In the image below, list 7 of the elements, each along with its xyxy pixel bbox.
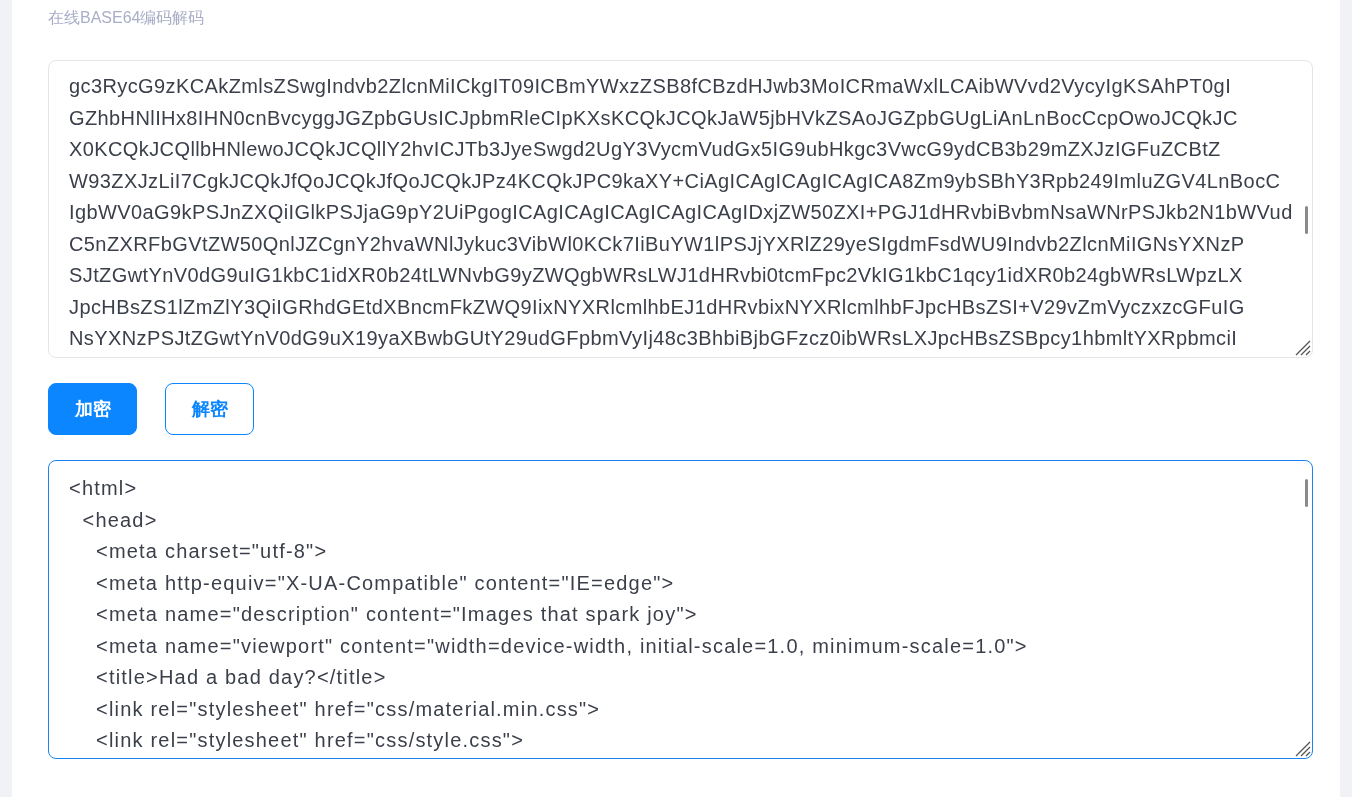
decoded-text-field[interactable]: <html> <head> <meta charset="utf-8"> <meta http-equiv="X-UA-Compatible" content="IE=edge"> <meta name="description" content="Images that spark joy"> <meta name="viewport" content="width=device-width, initial-scale=1.0, minimum-scale=1.0"> <title>Had a bad day?</title> <link rel="stylesheet" href="css/material.min.css"> <link rel="stylesheet" href="css/style.css"> [48,460,1313,759]
page-title: 在线BASE64编码解码 [48,8,205,28]
decrypt-button[interactable]: 解密 [165,383,254,435]
encrypt-button[interactable]: 加密 [48,383,137,435]
scrollbar-thumb[interactable] [1305,206,1308,234]
scrollbar-thumb[interactable] [1305,479,1308,507]
encoded-text-field[interactable]: gc3RycG9zKCAkZmlsZSwgIndvb2ZlcnMiICkgIT09ICBmYWxzZSB8fCBzdHJwb3MoICRmaWxlLCAibWVvd2VycyIgKSAhPT0gI GZhbHNlIHx8IHN0cnBvcyggJGZpbGUsICJpbmRleCIpKXsKCQkJCQkJaW5jbHVkZSAoJGZpbGUgLiAnLnBocCcpOwoJCQkJC X0KCQkJCQllbHNlewoJCQkJCQllY2hvICJTb3JyeSwgd2UgY3VycmVudGx5IG9ubHkgc3VwcG9ydCB3b29mZXJzIGFuZCBtZ W93ZXJzLiI7CgkJCQkJfQoJCQkJfQoJCQkJPz4KCQkJPC9kaXY+CiAgICAgICAgICAgICA8Zm9ybSBhY3Rpb249ImluZGV4LnBocC IgbWV0aG9kPSJnZXQiIGlkPSJjaG9pY2UiPgogICAgICAgICAgICAgICAgIDxjZW50ZXI+PGJ1dHRvbiBvbmNsaWNrPSJkb2N1bWVud C5nZXRFbGVtZW50QnlJZCgnY2hvaWNlJykuc3VibWl0KCk7IiBuYW1lPSJjYXRlZ29yeSIgdmFsdWU9Indvb2ZlcnMiIGNsYXNzP SJtZGwtYnV0dG9uIG1kbC1idXR0b24tLWNvbG9yZWQgbWRsLWJ1dHRvbi0tcmFpc2VkIG1kbC1qcy1idXR0b24gbWRsLWpzLX JpcHBsZS1lZmZlY3QiIGRhdGEtdXBncmFkZWQ9IixNYXRlcmlhbEJ1dHRvbixNYXRlcmlhbFJpcHBsZSI+V29vZmVyczxzcGFuIG NsYXNzPSJtZGwtYnV0dG9uX19yaXBwbGUtY29udGFpbmVyIj48c3BhbiBjbGFzcz0ibWRsLXJpcHBsZSBpcy1hbmltYXRpbmciI [48,60,1313,358]
